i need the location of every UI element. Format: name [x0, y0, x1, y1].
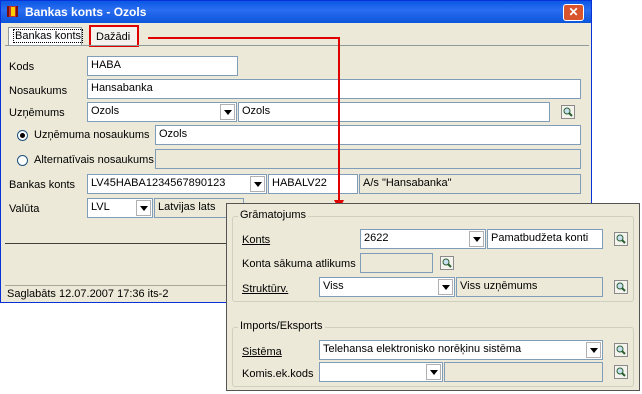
alternativais-nosaukums-label: Alternatīvais nosaukums	[34, 154, 154, 166]
app-book-icon	[7, 6, 18, 17]
window-title: Bankas konts - Ozols	[25, 5, 147, 19]
strukturv-input[interactable]: Viss	[319, 277, 455, 297]
alternativais-nosaukums-radio[interactable]	[17, 155, 28, 166]
lookup-icon[interactable]	[561, 105, 575, 119]
tab-dazadi[interactable]: Dažādi	[89, 25, 139, 47]
atlikums-label: Konta sākuma atlikums	[242, 258, 356, 270]
lookup-icon[interactable]	[614, 365, 628, 379]
bankas-konts-account-input[interactable]: LV45HABA1234567890123	[87, 174, 267, 194]
nosaukums-label: Nosaukums	[9, 85, 68, 97]
valuta-dropdown-icon[interactable]	[136, 200, 151, 216]
uznemuma-nosaukums-input[interactable]: Ozols	[155, 125, 581, 145]
kods-label: Kods	[9, 61, 35, 73]
strukturv-name-input: Viss uzņēmums	[456, 277, 603, 297]
uznemums-label: Uzņēmums	[9, 107, 65, 119]
strukturv-label: Struktūrv.	[242, 283, 288, 295]
alternativais-nosaukums-input[interactable]	[155, 149, 581, 169]
sistema-dropdown-icon[interactable]	[586, 342, 601, 358]
strukturv-dropdown-icon[interactable]	[438, 279, 453, 295]
title-bar: Bankas konts - Ozols ✕	[1, 1, 591, 23]
komis-label: Komis.ek.kods	[242, 368, 314, 380]
sistema-label: Sistēma	[242, 346, 282, 358]
highlight-connector	[148, 37, 339, 39]
tab-bankas-konts[interactable]: Bankas konts	[8, 27, 84, 45]
gramatojums-title: Grāmatojums	[238, 209, 309, 221]
lookup-icon[interactable]	[614, 232, 628, 246]
atlikums-input[interactable]	[360, 253, 433, 273]
uznemums-code-input[interactable]: Ozols	[87, 102, 237, 122]
konts-name-input[interactable]: Pamatbudžeta konti	[487, 229, 603, 249]
tab-label: Bankas konts	[13, 29, 84, 43]
highlight-connector	[338, 37, 340, 202]
uznemuma-nosaukums-label: Uzņēmuma nosaukums	[34, 129, 150, 141]
konts-label-text: Konts	[242, 234, 271, 246]
komis-input[interactable]	[319, 362, 443, 382]
close-button[interactable]: ✕	[563, 4, 584, 21]
valuta-label: Valūta	[9, 203, 40, 215]
komis-dropdown-icon[interactable]	[426, 364, 441, 380]
nosaukums-input[interactable]: Hansabanka	[87, 79, 581, 99]
uznemuma-nosaukums-radio[interactable]	[17, 130, 28, 141]
sistema-label-text: Sistēma	[242, 346, 282, 358]
status-text: Saglabāts 12.07.2007 17:36 its-2	[7, 288, 169, 300]
imports-title: Imports/Eksports	[238, 320, 325, 332]
kods-input[interactable]: HABA	[87, 56, 238, 76]
konts-label: Konts	[242, 234, 270, 246]
sistema-input[interactable]: Telehansa elektronisko norēķinu sistēma	[319, 340, 603, 360]
strukturv-label-text: Struktūrv.	[242, 283, 289, 295]
tab-label: Dažādi	[96, 31, 131, 43]
lookup-icon[interactable]	[440, 256, 454, 270]
swift-input[interactable]: HABALV22	[268, 174, 358, 194]
lookup-icon[interactable]	[614, 343, 628, 357]
bank-name-input: A/s "Hansabanka"	[359, 174, 581, 194]
lookup-icon[interactable]	[614, 280, 628, 294]
uznemums-dropdown-icon[interactable]	[220, 104, 235, 120]
bankas-konts-label: Bankas konts	[9, 179, 76, 191]
komis-name-input	[444, 362, 603, 382]
bankas-konts-dropdown-icon[interactable]	[250, 176, 265, 192]
konts-input[interactable]: 2622	[360, 229, 486, 249]
uznemums-name-input[interactable]: Ozols	[238, 102, 550, 122]
konts-dropdown-icon[interactable]	[469, 231, 484, 247]
dazadi-panel: Grāmatojums Konts 2622 Pamatbudžeta kont…	[226, 203, 640, 391]
